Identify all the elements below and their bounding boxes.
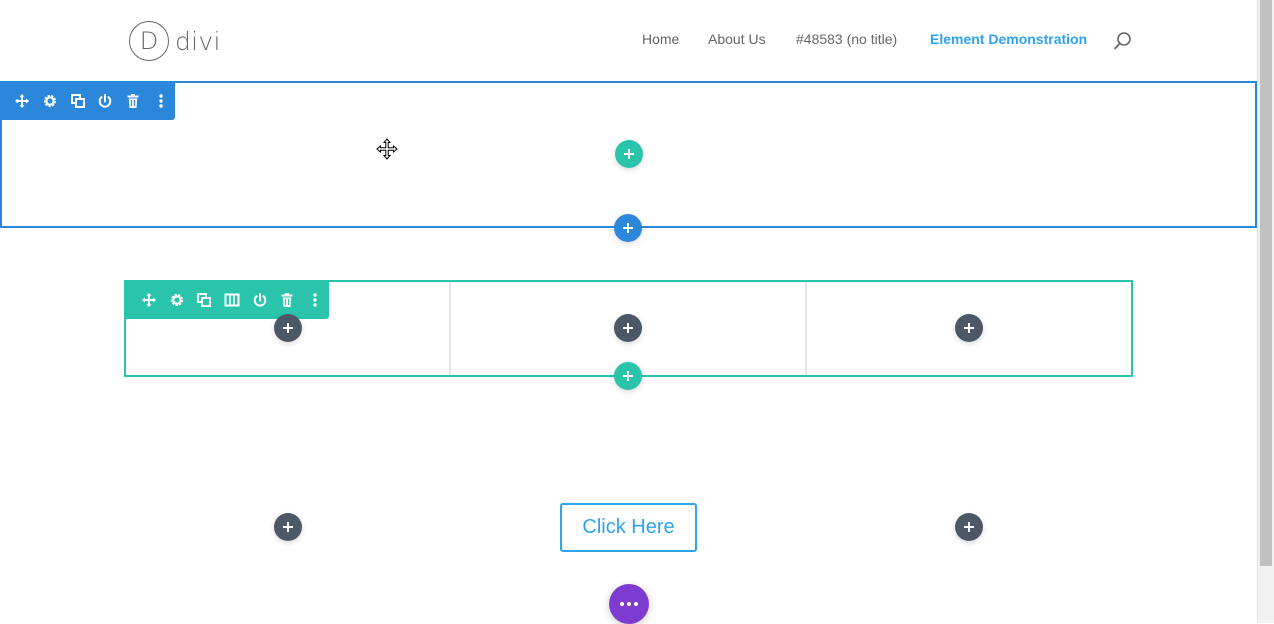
plus-icon bbox=[964, 522, 974, 532]
plus-icon bbox=[964, 323, 974, 333]
move-cursor-icon bbox=[376, 138, 398, 160]
logo-text: divi bbox=[175, 26, 221, 56]
plus-icon bbox=[623, 323, 633, 333]
gear-icon[interactable] bbox=[163, 286, 191, 314]
add-row-button[interactable] bbox=[614, 362, 642, 390]
column-divider bbox=[449, 282, 451, 375]
row-toolbar bbox=[124, 280, 329, 319]
plus-icon bbox=[623, 223, 633, 233]
more-icon[interactable] bbox=[147, 87, 175, 115]
scrollbar-thumb[interactable] bbox=[1260, 0, 1272, 566]
nav-home[interactable]: Home bbox=[642, 31, 679, 49]
add-module-button[interactable] bbox=[955, 513, 983, 541]
duplicate-icon[interactable] bbox=[190, 286, 218, 314]
click-here-button[interactable]: Click Here bbox=[560, 503, 697, 552]
site-logo[interactable]: D divi bbox=[129, 20, 221, 62]
move-icon[interactable] bbox=[8, 87, 36, 115]
more-horizontal-icon bbox=[620, 602, 638, 606]
nav-no-title-page[interactable]: #48583 (no title) bbox=[796, 31, 897, 49]
add-section-button[interactable] bbox=[614, 214, 642, 242]
trash-icon[interactable] bbox=[274, 286, 302, 314]
gear-icon[interactable] bbox=[36, 87, 64, 115]
plus-icon bbox=[623, 371, 633, 381]
page-settings-button[interactable] bbox=[609, 584, 649, 624]
duplicate-icon[interactable] bbox=[64, 87, 92, 115]
plus-icon bbox=[283, 323, 293, 333]
search-icon[interactable] bbox=[1113, 31, 1133, 51]
nav-about-us[interactable]: About Us bbox=[708, 31, 766, 49]
power-icon[interactable] bbox=[246, 286, 274, 314]
columns-icon[interactable] bbox=[218, 286, 246, 314]
move-icon[interactable] bbox=[135, 286, 163, 314]
power-icon[interactable] bbox=[91, 87, 119, 115]
logo-mark: D bbox=[129, 21, 169, 61]
trash-icon[interactable] bbox=[119, 87, 147, 115]
add-module-button[interactable] bbox=[614, 314, 642, 342]
column-divider bbox=[805, 282, 807, 375]
add-module-button[interactable] bbox=[274, 314, 302, 342]
section-toolbar bbox=[0, 81, 175, 120]
add-module-button[interactable] bbox=[274, 513, 302, 541]
add-row-button[interactable] bbox=[615, 140, 643, 168]
more-icon[interactable] bbox=[301, 286, 329, 314]
add-module-button[interactable] bbox=[955, 314, 983, 342]
nav-element-demonstration[interactable]: Element Demonstration bbox=[930, 31, 1087, 49]
plus-icon bbox=[283, 522, 293, 532]
plus-icon bbox=[624, 149, 634, 159]
